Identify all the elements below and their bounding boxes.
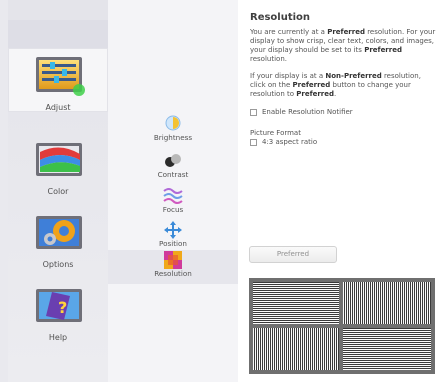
resolution-notifier-label: Enable Resolution Notifier xyxy=(262,108,353,116)
aspect-ratio-checkbox[interactable] xyxy=(250,138,257,146)
adjust-icon xyxy=(36,57,85,96)
nav-item-label: Help xyxy=(48,333,68,342)
position-icon xyxy=(164,221,182,239)
main-nav: Adjust Color Options ? Help xyxy=(8,0,108,382)
submenu-item-brightness[interactable]: Brightness xyxy=(118,114,228,148)
contrast-icon xyxy=(165,154,181,167)
submenu-item-label: Contrast xyxy=(157,170,189,179)
submenu-item-label: Focus xyxy=(162,205,184,214)
pattern-vertical-lines-bottom-left xyxy=(253,328,339,370)
submenu-item-position[interactable]: Position xyxy=(118,220,228,254)
aspect-ratio-checkbox-row[interactable]: 4:3 aspect ratio xyxy=(250,137,436,147)
submenu-item-resolution[interactable]: Resolution xyxy=(108,250,238,284)
submenu-item-label: Brightness xyxy=(153,133,193,142)
pattern-horizontal-lines-bottom-right xyxy=(343,328,431,370)
resolution-notifier-checkbox-row[interactable]: Enable Resolution Notifier xyxy=(250,107,436,117)
svg-text:?: ? xyxy=(58,298,67,317)
color-icon xyxy=(36,143,82,176)
resolution-icon xyxy=(164,251,182,269)
resolution-notifier-checkbox[interactable] xyxy=(250,108,257,116)
pattern-horizontal-lines-top-left xyxy=(253,282,339,324)
submenu-item-contrast[interactable]: Contrast xyxy=(118,151,228,185)
options-icon xyxy=(36,216,82,249)
pattern-vertical-lines-top-right xyxy=(343,282,431,324)
resolution-test-pattern xyxy=(249,278,435,374)
nav-item-label: Adjust xyxy=(45,103,71,112)
non-preferred-info-text: If your display is at a Non-Preferred re… xyxy=(250,72,421,98)
adjust-submenu: Brightness Contrast Focus Position Resol… xyxy=(108,0,238,382)
nav-item-options[interactable]: Options xyxy=(8,205,108,269)
aspect-ratio-label: 4:3 aspect ratio xyxy=(262,138,318,146)
page-title: Resolution xyxy=(250,12,311,23)
preferred-button[interactable]: Preferred xyxy=(249,246,337,263)
nav-item-color[interactable]: Color xyxy=(8,132,108,196)
picture-format-heading: Picture Format xyxy=(250,129,301,137)
submenu-item-label: Position xyxy=(159,239,187,248)
help-icon: ? xyxy=(36,289,82,322)
submenu-item-label: Resolution xyxy=(154,269,192,278)
brightness-icon xyxy=(165,115,181,131)
nav-item-help[interactable]: ? Help xyxy=(8,278,108,342)
nav-item-label: Options xyxy=(42,260,74,269)
nav-item-adjust[interactable]: Adjust xyxy=(8,48,108,112)
preferred-info-text: You are currently at a Preferred resolut… xyxy=(250,28,436,63)
submenu-item-focus[interactable]: Focus xyxy=(118,186,228,220)
nav-header-strip xyxy=(8,20,108,48)
nav-item-label: Color xyxy=(47,187,69,196)
focus-icon xyxy=(163,188,183,204)
